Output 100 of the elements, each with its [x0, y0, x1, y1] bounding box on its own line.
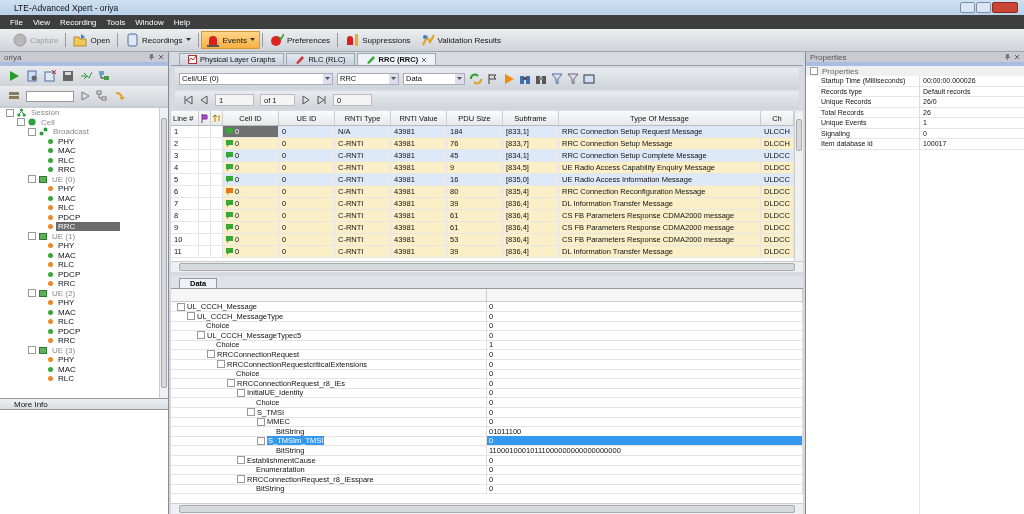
- ball-check-icon: [270, 33, 284, 47]
- tree-item[interactable]: Broadcast: [51, 127, 92, 137]
- tree-item[interactable]: PHY: [56, 184, 77, 194]
- dropdown-arrow-icon: [391, 76, 396, 81]
- tree-item[interactable]: RRC: [56, 222, 120, 232]
- tree-item[interactable]: PDCP: [56, 269, 83, 279]
- tree-item[interactable]: MAC: [56, 146, 78, 156]
- close-icon[interactable]: [158, 54, 164, 60]
- collapse-toggle[interactable]: [810, 67, 818, 75]
- pencil-icon: [295, 55, 306, 64]
- window-icon[interactable]: [583, 72, 595, 85]
- toolbar-button[interactable]: Recordings: [120, 31, 196, 49]
- circle-icon: [28, 118, 36, 127]
- tree-item[interactable]: UE (1): [50, 231, 78, 241]
- alarm-bar-icon: [345, 33, 360, 47]
- collapse-toggle[interactable]: [28, 175, 36, 184]
- flag-icon[interactable]: [487, 72, 499, 85]
- toolbar-button[interactable]: Preferences: [265, 31, 336, 49]
- collapse-toggle[interactable]: [28, 232, 36, 241]
- pin-icon[interactable]: [149, 54, 154, 60]
- tree-item[interactable]: PHY: [56, 136, 77, 146]
- play-icon[interactable]: [8, 70, 20, 82]
- document-delete-icon[interactable]: [44, 70, 56, 82]
- collapse-toggle[interactable]: [237, 475, 245, 484]
- menu-item[interactable]: Tools: [106, 17, 126, 27]
- network-tree-icon: [17, 108, 26, 118]
- toolbar-button[interactable]: Events: [200, 31, 260, 49]
- tree-item[interactable]: UE (3): [50, 345, 78, 355]
- filter-icon[interactable]: [567, 72, 579, 85]
- filter-icon[interactable]: [551, 72, 563, 85]
- tree-item[interactable]: RLC: [56, 374, 76, 384]
- tree-item[interactable]: MAC: [56, 307, 78, 317]
- tree-item[interactable]: RRC: [56, 165, 78, 175]
- tree-view-icon[interactable]: [96, 90, 108, 102]
- close-button[interactable]: [992, 2, 1018, 13]
- collapse-toggle[interactable]: [257, 436, 265, 445]
- menu-item[interactable]: Help: [173, 17, 191, 27]
- tree-item[interactable]: PHY: [56, 298, 77, 308]
- menu-item[interactable]: File: [10, 17, 23, 27]
- tree-item[interactable]: MAC: [56, 250, 78, 260]
- document-icon: [125, 33, 140, 47]
- tree-item[interactable]: PDCP: [56, 212, 83, 222]
- arrows-icon: [212, 113, 221, 123]
- tree-item[interactable]: MAC: [56, 364, 78, 374]
- pencil-icon: [365, 55, 376, 64]
- dropdown-arrow-icon: [250, 38, 255, 42]
- device-icon: [39, 175, 47, 184]
- tree-item[interactable]: UE (0): [50, 174, 78, 184]
- menu-item[interactable]: Recording: [60, 17, 97, 27]
- graph-icon: [188, 55, 197, 64]
- scrollbar[interactable]: [171, 261, 803, 272]
- dropdown-arrow-icon: [457, 76, 462, 81]
- section-header: Properties: [822, 66, 859, 76]
- previous-icon[interactable]: [199, 95, 209, 105]
- close-icon[interactable]: [421, 56, 428, 63]
- menu-item[interactable]: Window: [135, 17, 164, 27]
- toolbar-button[interactable]: Validation Results: [415, 31, 507, 49]
- collapse-toggle[interactable]: [237, 456, 245, 464]
- tree-item[interactable]: PHY: [56, 241, 77, 251]
- menu-item[interactable]: View: [32, 17, 51, 27]
- collapse-toggle[interactable]: [28, 346, 36, 355]
- pin-icon[interactable]: [1005, 54, 1010, 60]
- minimize-button[interactable]: [960, 2, 975, 13]
- flag-icon: [201, 113, 208, 123]
- close-icon[interactable]: [1014, 54, 1020, 60]
- dropdown-arrow-icon: [185, 38, 191, 42]
- tree-item[interactable]: RRC: [56, 279, 78, 289]
- tree-item[interactable]: RRC: [56, 336, 78, 346]
- toolbar-button[interactable]: Open: [68, 31, 116, 49]
- tree-item[interactable]: Cell: [39, 117, 57, 127]
- scrollbar[interactable]: [159, 108, 168, 398]
- last-page-icon[interactable]: [317, 95, 327, 105]
- document-gear-icon[interactable]: [26, 70, 38, 82]
- tree-item[interactable]: Session: [29, 108, 62, 118]
- tree-item[interactable]: UE (2): [50, 288, 78, 298]
- tree-item[interactable]: RLC: [56, 317, 76, 327]
- tree-item[interactable]: PDCP: [56, 326, 83, 336]
- tree-item[interactable]: RLC: [56, 260, 76, 270]
- tree-item[interactable]: MAC: [56, 193, 78, 203]
- scrollbar[interactable]: [171, 503, 803, 514]
- toolbar-button[interactable]: Suppressions: [340, 31, 416, 49]
- panel-title: oriya: [4, 52, 22, 62]
- tree-item[interactable]: RLC: [56, 155, 76, 165]
- scrollbar[interactable]: [794, 111, 803, 261]
- arrow-check-icon[interactable]: [80, 70, 92, 82]
- curved-arrow-icon[interactable]: [114, 90, 126, 102]
- network-icon[interactable]: [98, 70, 110, 82]
- search-field[interactable]: [26, 90, 74, 102]
- save-icon[interactable]: [62, 70, 74, 82]
- first-page-icon[interactable]: [183, 95, 193, 105]
- section-header[interactable]: More Info: [0, 398, 168, 410]
- next-icon[interactable]: [301, 95, 311, 105]
- collapse-toggle[interactable]: [197, 331, 205, 340]
- maximize-button[interactable]: [976, 2, 991, 13]
- play-outline-icon[interactable]: [80, 91, 90, 101]
- tree-item[interactable]: PHY: [56, 355, 77, 365]
- tree-item[interactable]: RLC: [56, 203, 76, 213]
- collapse-toggle[interactable]: [28, 289, 36, 298]
- record-icon: [13, 33, 27, 47]
- layers-icon[interactable]: [8, 90, 20, 102]
